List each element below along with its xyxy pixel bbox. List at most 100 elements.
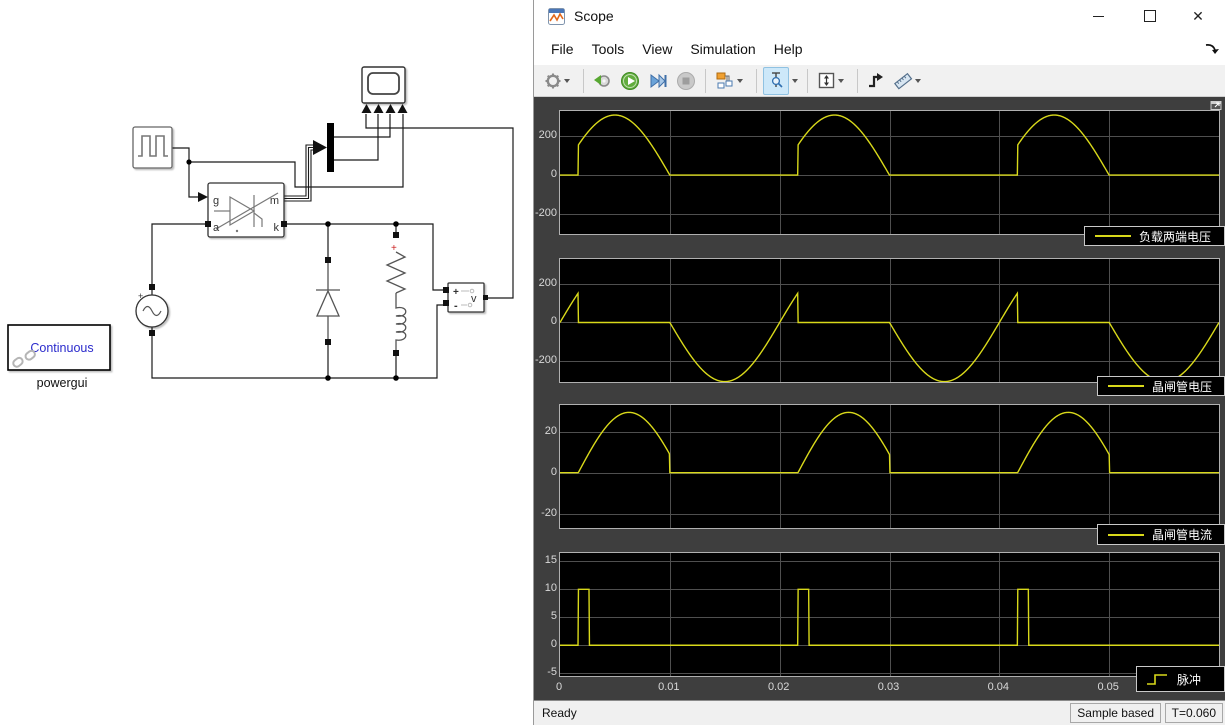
waveform-1 (560, 114, 1219, 176)
diode-block[interactable] (316, 257, 340, 345)
thyristor-block[interactable]: g m a k (205, 182, 287, 238)
rl-load-block[interactable]: + (385, 232, 407, 356)
scope-plot-area: 200 0 -200 负载两端电压 200 0 -200 晶闸管电压 20 0 -20 晶闸管电流 15… (534, 97, 1225, 700)
circuit-diagram: g m a k + + + - v Continuous powergui (7, 66, 514, 390)
legend-1[interactable]: 负载两端电压 (1084, 226, 1225, 246)
menu-tools[interactable]: Tools (583, 37, 634, 61)
menu-file[interactable]: File (542, 37, 583, 61)
cursor-measurements-button[interactable] (763, 66, 789, 95)
vm-v-label: v (471, 293, 477, 305)
dropdown-caret-icon (737, 78, 743, 83)
menubar: File Tools View Simulation Help (534, 33, 1225, 65)
scope-app-icon (548, 8, 565, 25)
powergui-block[interactable]: Continuous powergui (7, 324, 111, 390)
legend-line-icon (1108, 385, 1144, 387)
snapshot-button[interactable] (590, 68, 615, 94)
x-tick-label: 0.01 (658, 681, 680, 693)
x-tick-label: 0.04 (987, 681, 1010, 693)
legend-label: 负载两端电压 (1139, 229, 1212, 244)
vm-minus-label: - (454, 300, 458, 312)
x-tick-label: 0 (555, 681, 563, 693)
demux-block[interactable] (327, 123, 334, 172)
y-tick-label: 0 (550, 168, 557, 181)
scope-input-ports (361, 104, 408, 113)
legend-label: 晶闸管电流 (1152, 528, 1213, 542)
waveform-trace (560, 291, 1219, 382)
resistor-icon (385, 251, 407, 294)
y-tick-label: 0 (550, 465, 557, 478)
demux-input-arrow-icon (313, 140, 327, 155)
legend-label: 晶闸管电压 (1152, 379, 1213, 394)
scope-window: Scope ✕ File Tools View Simulation Help (533, 0, 1225, 725)
legend-2[interactable]: 晶闸管电压 (1097, 376, 1225, 396)
y-tick-label: -5 (547, 666, 557, 679)
settings-button[interactable] (541, 68, 577, 94)
legend-line-icon (1108, 533, 1144, 536)
menu-help[interactable]: Help (765, 37, 812, 61)
trigger-icon (869, 73, 883, 88)
window-title: Scope (574, 8, 614, 24)
port-label-k: k (274, 222, 280, 234)
close-icon: ✕ (1192, 7, 1204, 24)
trigger-button[interactable] (864, 68, 888, 94)
scope-axes-4 (559, 552, 1220, 677)
waveform-4 (560, 588, 1219, 646)
measurements-button[interactable] (890, 68, 928, 94)
legend-step-icon (1147, 674, 1167, 685)
diode-symbol-icon (316, 263, 340, 341)
dock-arrow-icon[interactable] (1205, 42, 1219, 54)
menu-view[interactable]: View (633, 37, 681, 61)
dropdown-caret-icon (915, 78, 921, 83)
waveform-2 (560, 291, 1219, 382)
run-button[interactable] (617, 68, 643, 94)
minimize-button[interactable] (1075, 0, 1121, 32)
y-tick-label: 5 (550, 610, 557, 623)
voltage-measurement-block[interactable]: + - v (443, 282, 488, 313)
powergui-label: powergui (37, 376, 88, 390)
y-tick-label: -20 (541, 506, 557, 519)
x-tick-label: 0.02 (767, 681, 790, 693)
scope-axes-1 (559, 110, 1220, 235)
x-tick-label: 0.05 (1097, 681, 1119, 693)
close-button[interactable]: ✕ (1175, 0, 1221, 32)
waveform-trace (560, 588, 1219, 646)
gear-icon (545, 73, 561, 88)
simulink-snapshot-icon (594, 74, 610, 87)
scope-screen-icon (367, 72, 400, 95)
signal-selector-icon (716, 72, 733, 89)
simulink-model-canvas: g m a k + + + - v Continuous powergui (0, 0, 533, 725)
port-label-m: m (270, 195, 279, 207)
status-text: Ready (542, 706, 577, 720)
anode-port (205, 221, 211, 227)
y-tick-label: 20 (544, 424, 557, 437)
dropdown-caret-icon (838, 78, 844, 83)
legend-3[interactable]: 晶闸管电流 (1097, 524, 1225, 545)
span-button[interactable] (814, 68, 851, 94)
scope-block[interactable] (361, 66, 408, 113)
menu-simulation[interactable]: Simulation (681, 37, 764, 61)
stop-icon (677, 71, 695, 90)
signal-selector-button[interactable] (712, 68, 750, 94)
y-tick-label: -200 (534, 353, 557, 366)
scope-axes-3 (559, 404, 1220, 529)
legend-4[interactable]: 脉冲 (1136, 666, 1225, 692)
maximize-icon (1144, 10, 1156, 22)
pulse-generator-block[interactable] (132, 126, 173, 169)
stop-button[interactable] (673, 68, 699, 94)
status-sim-time: T=0.060 (1164, 703, 1223, 723)
dropdown-caret-icon (564, 78, 570, 83)
status-sample-mode: Sample based (1070, 703, 1161, 723)
step-forward-button[interactable] (645, 68, 671, 94)
titlebar[interactable]: Scope ✕ (534, 0, 1225, 33)
inductor-icon (395, 293, 407, 352)
minimize-icon (1092, 15, 1104, 17)
maximize-button[interactable] (1127, 0, 1173, 32)
gate-arrow-icon (198, 192, 208, 202)
y-tick-label: 10 (544, 582, 557, 595)
desktop: g m a k + + + - v Continuous powergui Sc… (0, 0, 1225, 725)
dropdown-caret-icon[interactable] (792, 78, 798, 83)
statusbar: Ready Sample based T=0.060 (534, 700, 1225, 725)
cursor-measurements-icon (771, 72, 783, 88)
scope-axes-2 (559, 258, 1220, 383)
measurement-vector-wire (284, 144, 315, 202)
